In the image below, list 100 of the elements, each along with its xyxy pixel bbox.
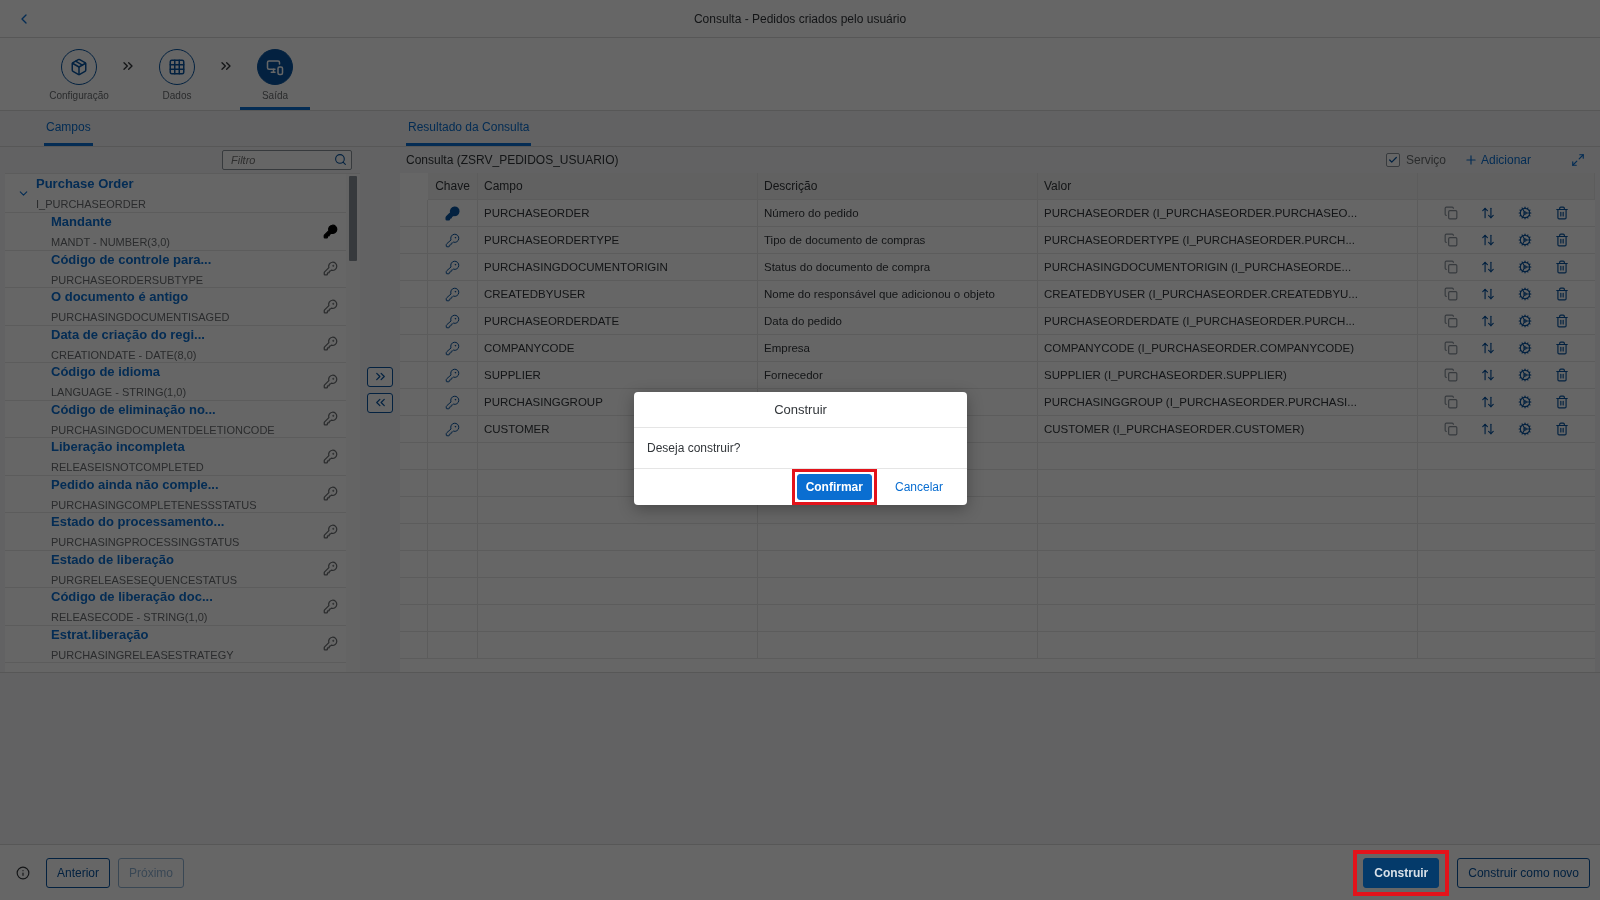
field-subtitle: PURCHASINGDOCUMENTDELETIONCODE [51, 423, 276, 436]
key-icon[interactable] [445, 340, 460, 356]
table-cell: PURCHASEORDERDATE (I_PURCHASEORDER.PURCH... [1038, 308, 1418, 335]
dialog-message: Deseja construir? [634, 428, 967, 469]
table-cell: SUPPLIER [478, 362, 758, 389]
settings-icon[interactable] [1518, 287, 1533, 301]
copy-icon[interactable] [1443, 206, 1458, 220]
settings-icon[interactable] [1518, 341, 1533, 355]
copy-icon[interactable] [1443, 260, 1458, 274]
key-icon[interactable] [323, 523, 338, 539]
key-icon[interactable] [445, 313, 460, 329]
field-subtitle: PURGRELEASESEQUENCESTATUS [51, 573, 239, 586]
key-icon[interactable] [445, 421, 460, 437]
field-title: Estado de liberação [51, 551, 175, 567]
sort-icon[interactable] [1480, 260, 1495, 274]
key-icon[interactable] [445, 367, 460, 383]
settings-icon[interactable] [1518, 395, 1533, 409]
key-icon[interactable] [323, 561, 338, 577]
sort-icon[interactable] [1480, 368, 1495, 382]
copy-icon[interactable] [1443, 287, 1458, 301]
move-left-button[interactable] [367, 392, 393, 413]
field-subtitle: PURCHASINGCOMPLETENESSSTATUS [51, 498, 258, 511]
delete-icon[interactable] [1555, 233, 1570, 247]
key-icon[interactable] [323, 636, 338, 652]
delete-icon[interactable] [1555, 395, 1570, 409]
key-icon[interactable] [323, 336, 338, 352]
settings-icon[interactable] [1518, 233, 1533, 247]
settings-icon[interactable] [1518, 260, 1533, 274]
settings-icon[interactable] [1518, 422, 1533, 436]
add-button[interactable]: Adicionar [1463, 153, 1531, 167]
table-cell: PURCHASINGGROUP (I_PURCHASEORDER.PURCHASI... [1038, 389, 1418, 416]
delete-icon[interactable] [1555, 341, 1570, 355]
build-button[interactable]: Construir como novo [1457, 857, 1590, 888]
table-cell: PURCHASEORDERDATE [478, 308, 758, 335]
build-button[interactable]: Construir [1363, 857, 1440, 888]
copy-icon[interactable] [1443, 341, 1458, 355]
field-title: Código de eliminação no... [51, 401, 217, 417]
field-title: Código de controle para... [51, 251, 213, 267]
key-icon[interactable] [323, 598, 338, 614]
copy-icon[interactable] [1443, 422, 1458, 436]
plus-icon [1463, 153, 1478, 167]
devices-icon [266, 58, 284, 76]
info-button[interactable] [16, 865, 30, 880]
check-icon [1387, 155, 1398, 165]
table-cell: PURCHASEORDERTYPE (I_PURCHASEORDER.PURCH... [1038, 227, 1418, 254]
key-icon[interactable] [445, 205, 460, 221]
sort-icon[interactable] [1480, 314, 1495, 328]
key-icon[interactable] [323, 448, 338, 464]
field-subtitle: CREATIONDATE - DATE(8,0) [51, 348, 198, 361]
key-icon[interactable] [445, 259, 460, 275]
step-tab[interactable]: Dados [142, 38, 212, 110]
delete-icon[interactable] [1555, 422, 1570, 436]
table-cell: Nome do responsável que adicionou o objeto [758, 281, 1038, 308]
settings-icon[interactable] [1518, 368, 1533, 382]
table-cell: PURCHASEORDER (I_PURCHASEORDER.PURCHASEO... [1038, 200, 1418, 227]
delete-icon[interactable] [1555, 314, 1570, 328]
delete-icon[interactable] [1555, 260, 1570, 274]
search-icon [334, 153, 347, 166]
key-icon[interactable] [323, 411, 338, 427]
key-icon[interactable] [323, 373, 338, 389]
copy-icon[interactable] [1443, 368, 1458, 382]
key-icon[interactable] [323, 261, 338, 277]
delete-icon[interactable] [1555, 287, 1570, 301]
table-cell: CUSTOMER (I_PURCHASEORDER.CUSTOMER) [1038, 416, 1418, 443]
key-icon[interactable] [445, 394, 460, 410]
sort-icon[interactable] [1480, 287, 1495, 301]
key-icon[interactable] [445, 286, 460, 302]
step-tab[interactable]: Configuração [44, 38, 114, 110]
service-checkbox[interactable] [1385, 153, 1400, 167]
copy-icon[interactable] [1443, 395, 1458, 409]
tab[interactable]: Resultado da Consulta [406, 111, 532, 146]
key-icon[interactable] [323, 486, 338, 502]
delete-icon[interactable] [1555, 206, 1570, 220]
sort-icon[interactable] [1480, 395, 1495, 409]
confirm-button[interactable]: Confirmar [796, 474, 872, 500]
scrollbar-thumb[interactable] [349, 176, 357, 261]
field-title: Estrat.liberação [51, 626, 150, 642]
nav-button[interactable]: Anterior [46, 857, 111, 888]
sort-icon[interactable] [1480, 233, 1495, 247]
move-right-button[interactable] [367, 366, 393, 387]
settings-icon[interactable] [1518, 206, 1533, 220]
field-title: Mandante [51, 214, 113, 230]
column-header: Descrição [758, 173, 1038, 200]
table-cell: Tipo de documento de compras [758, 227, 1038, 254]
settings-icon[interactable] [1518, 314, 1533, 328]
table-cell: CREATEDBYUSER (I_PURCHASEORDER.CREATEDBYU... [1038, 281, 1418, 308]
copy-icon[interactable] [1443, 314, 1458, 328]
field-subtitle: PURCHASINGDOCUMENTISAGED [51, 311, 231, 324]
key-icon[interactable] [323, 298, 338, 314]
copy-icon[interactable] [1443, 233, 1458, 247]
sort-icon[interactable] [1480, 341, 1495, 355]
key-icon[interactable] [323, 223, 338, 239]
sort-icon[interactable] [1480, 422, 1495, 436]
key-icon[interactable] [445, 232, 460, 248]
delete-icon[interactable] [1555, 368, 1570, 382]
maximize-icon [1571, 153, 1585, 167]
sort-icon[interactable] [1480, 206, 1495, 220]
table-cell: Número do pedido [758, 200, 1038, 227]
field-subtitle: PURCHASINGPROCESSINGSTATUS [51, 536, 241, 549]
expand-button[interactable] [1571, 153, 1585, 167]
